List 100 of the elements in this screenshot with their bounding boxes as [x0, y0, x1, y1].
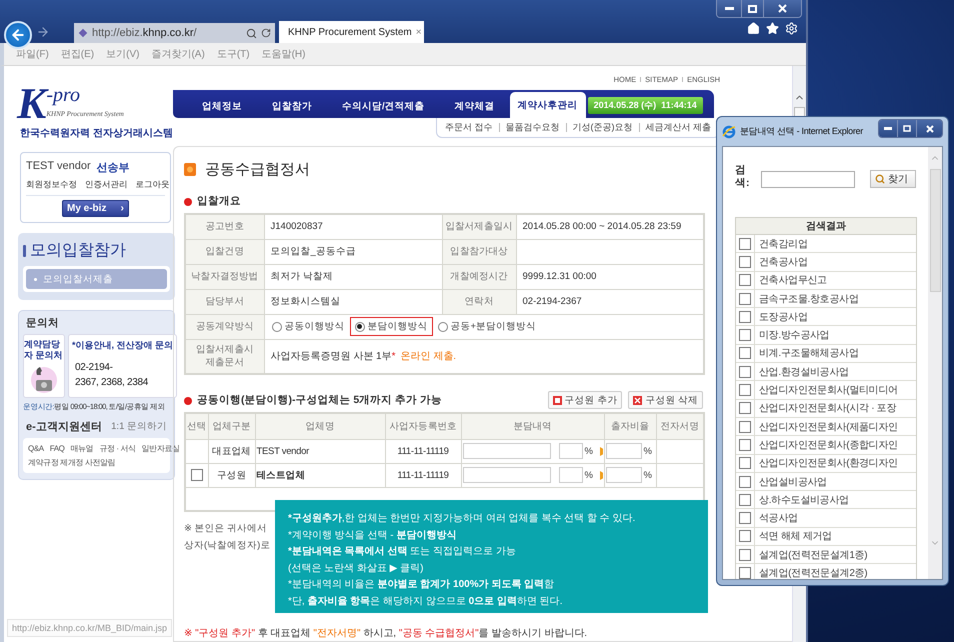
- result-checkbox[interactable]: [739, 530, 751, 542]
- result-checkbox[interactable]: [739, 384, 751, 396]
- unit-label: %: [584, 446, 593, 456]
- result-item[interactable]: 설계업(전력전문설계2종): [755, 566, 868, 579]
- account-link[interactable]: 회원정보수정: [26, 179, 77, 191]
- result-item[interactable]: 산업.환경설비공사업: [755, 364, 849, 379]
- result-item[interactable]: 산업디자인전문회사(환경디자인: [755, 456, 898, 470]
- panel-title: 문의처: [25, 316, 60, 330]
- account-link[interactable]: 인증서관리: [85, 179, 128, 191]
- nav-tab[interactable]: 수의시담/견적제출: [327, 94, 440, 118]
- field-label: 입찰서제출일시: [442, 214, 516, 239]
- result-item[interactable]: 산업디자인전문회사(시각 · 포장: [755, 401, 896, 416]
- column-header: 검색결과: [736, 218, 916, 235]
- radio-option[interactable]: 분담이행방식: [350, 317, 432, 336]
- result-item[interactable]: 석면 해체 제거업: [755, 529, 832, 544]
- result-checkbox[interactable]: [739, 292, 751, 305]
- scrollbar[interactable]: [928, 147, 942, 579]
- forward-icon[interactable]: [36, 25, 50, 39]
- find-button[interactable]: 찾기: [870, 170, 916, 188]
- help-link[interactable]: Q&A: [28, 444, 44, 453]
- sub-nav-link[interactable]: 주문서 접수: [445, 121, 493, 134]
- result-item[interactable]: 산업디자인전문회사(제품디자인: [755, 420, 898, 434]
- title-icon: [184, 162, 196, 176]
- add-member-button[interactable]: 구성원 추가: [548, 391, 622, 409]
- section-title: 공동이행(분담이행)-구성업체는 5개까지 추가 가능: [197, 393, 442, 407]
- nav-tab[interactable]: 계약사후관리: [510, 92, 586, 118]
- result-checkbox[interactable]: [739, 438, 751, 451]
- column-header: 업체구분: [208, 413, 255, 439]
- result-checkbox[interactable]: [739, 310, 751, 323]
- result-checkbox[interactable]: [739, 512, 751, 524]
- minimize-icon[interactable]: [717, 0, 741, 17]
- result-checkbox[interactable]: [739, 329, 751, 342]
- settings-icon[interactable]: [785, 22, 798, 35]
- result-checkbox[interactable]: [739, 548, 751, 561]
- help-link[interactable]: 일반자료실: [142, 443, 180, 454]
- minimize-icon[interactable]: [879, 120, 897, 137]
- result-item[interactable]: 금속구조물.창호공사업: [755, 292, 858, 306]
- result-item[interactable]: 산업디자인전문회사(종합디자인: [755, 438, 898, 452]
- unit-label: %: [584, 470, 593, 480]
- ratio-field[interactable]: [606, 443, 642, 459]
- browser-tab[interactable]: KHNP Procurement System ×: [279, 21, 424, 43]
- result-checkbox[interactable]: [739, 476, 751, 488]
- row-checkbox[interactable]: [190, 469, 203, 481]
- result-checkbox[interactable]: [739, 566, 751, 579]
- refresh-icon[interactable]: [261, 28, 271, 38]
- result-checkbox[interactable]: [739, 402, 751, 414]
- notice-link[interactable]: 계약규정 제개정 사전알림: [28, 457, 165, 468]
- radio-option[interactable]: 공동+분담이행방식: [432, 317, 542, 336]
- result-item[interactable]: 비계.구조물해체공사업: [755, 346, 858, 360]
- maximize-icon[interactable]: [897, 120, 916, 137]
- back-button[interactable]: [4, 21, 32, 49]
- result-item[interactable]: 건축사업무신고: [755, 273, 827, 288]
- share-field[interactable]: [462, 467, 550, 483]
- nav-tab[interactable]: 입찰참가: [257, 94, 327, 118]
- favorites-icon[interactable]: [766, 22, 779, 35]
- home-icon[interactable]: [747, 22, 760, 35]
- field-value: 최저가 낙찰제: [264, 264, 442, 289]
- account-link[interactable]: 로그아웃: [136, 179, 170, 191]
- result-item[interactable]: 건축감리업: [755, 236, 808, 251]
- section-title: 입찰개요: [197, 194, 241, 208]
- sub-nav-link[interactable]: 세금계산서 제출: [646, 121, 712, 134]
- help-link[interactable]: 매뉴얼: [70, 443, 94, 454]
- delete-member-button[interactable]: 구성원 삭제: [628, 391, 703, 409]
- nav-tab[interactable]: 업체정보: [187, 94, 257, 118]
- my-ebiz-button[interactable]: My e-biz ›: [62, 200, 129, 217]
- result-item[interactable]: 도장공사업: [755, 310, 808, 324]
- radio-option[interactable]: 공동이행방식: [266, 317, 350, 336]
- result-item[interactable]: 상.하수도설비공사업: [755, 492, 849, 507]
- nav-tab[interactable]: 계약체결: [440, 94, 510, 118]
- result-item[interactable]: 산업디자인전문회사(멀티미디어: [755, 383, 898, 398]
- result-checkbox[interactable]: [739, 274, 751, 286]
- result-checkbox[interactable]: [739, 420, 751, 433]
- close-icon[interactable]: [763, 0, 801, 17]
- result-checkbox[interactable]: [739, 256, 751, 268]
- address-bar[interactable]: http://ebiz.khnp.co.kr/: [74, 23, 275, 43]
- result-checkbox[interactable]: [739, 457, 751, 470]
- result-checkbox[interactable]: [739, 238, 751, 250]
- search-icon[interactable]: [246, 28, 257, 38]
- result-item[interactable]: 미장.방수공사업: [755, 328, 830, 342]
- result-checkbox[interactable]: [739, 347, 751, 360]
- inquiry-link[interactable]: 1:1 문의하기: [111, 420, 167, 433]
- result-checkbox[interactable]: [739, 366, 751, 378]
- result-checkbox[interactable]: [739, 494, 751, 506]
- share-percent-field[interactable]: [558, 467, 582, 483]
- tab-close[interactable]: ×: [416, 26, 422, 38]
- sub-nav-link[interactable]: 물품검수요청: [506, 121, 560, 134]
- close-icon[interactable]: [916, 120, 942, 137]
- result-item[interactable]: 산업설비공사업: [755, 474, 827, 488]
- share-percent-field[interactable]: [558, 443, 582, 459]
- result-item[interactable]: 설계업(전력전문설계1종): [755, 548, 868, 562]
- result-item[interactable]: 건축공사업: [755, 254, 808, 269]
- scroll-thumb[interactable]: [930, 169, 940, 292]
- search-field[interactable]: [761, 171, 855, 188]
- share-field[interactable]: [462, 443, 550, 459]
- help-link[interactable]: FAQ: [50, 444, 65, 453]
- maximize-icon[interactable]: [741, 0, 763, 17]
- result-item[interactable]: 석공사업: [755, 511, 798, 526]
- sub-nav-link[interactable]: 기성(준공)요청: [572, 121, 633, 134]
- help-link[interactable]: 규정 · 서식: [99, 443, 136, 454]
- ratio-field[interactable]: [606, 467, 642, 483]
